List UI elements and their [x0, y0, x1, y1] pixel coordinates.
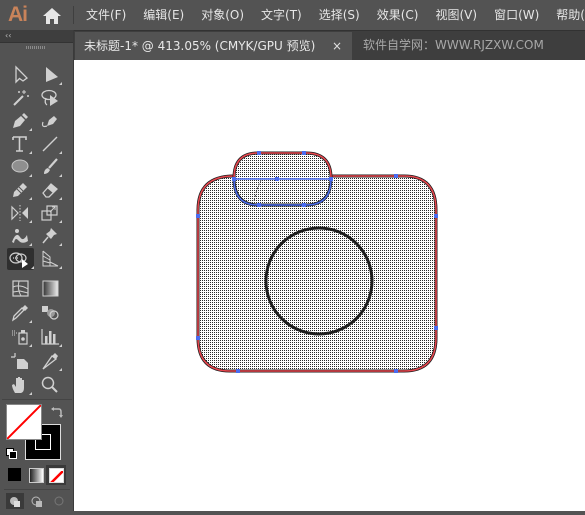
type-tool[interactable]	[8, 133, 32, 155]
document-tab-bar: 未标题-1* @ 413.05% (CMYK/GPU 预览) × 软件自学网：W…	[74, 30, 585, 61]
paintbrush-tool[interactable]	[38, 156, 62, 178]
line-segment-tool[interactable]	[38, 133, 62, 155]
gradient-tool[interactable]	[38, 278, 62, 300]
draw-behind-button[interactable]	[28, 493, 46, 509]
none-slash-icon	[50, 470, 63, 482]
main-menu: 文件(F) 编辑(E) 对象(O) 文字(T) 选择(S) 效果(C) 视图(V…	[80, 0, 585, 30]
menu-window[interactable]: 窗口(W)	[488, 0, 545, 30]
puppet-warp-tool[interactable]	[8, 225, 32, 247]
camera-shutter-button[interactable]	[232, 151, 333, 207]
artboard-canvas[interactable]	[74, 60, 585, 511]
camera-artwork[interactable]	[74, 60, 585, 511]
panel-grip[interactable]	[26, 46, 45, 49]
menu-type[interactable]: 文字(T)	[255, 0, 308, 30]
none-button[interactable]	[46, 465, 66, 485]
perspective-grid-tool[interactable]	[38, 248, 62, 270]
artboard-icon	[11, 353, 28, 369]
shape-builder-tool[interactable]	[7, 248, 34, 270]
eyedropper-tool[interactable]	[8, 302, 32, 324]
reflect-tool[interactable]	[8, 202, 32, 224]
swap-fill-stroke-icon[interactable]	[50, 404, 64, 418]
color-button[interactable]	[8, 468, 21, 481]
draw-inside-button[interactable]	[50, 493, 68, 509]
menu-view[interactable]: 视图(V)	[429, 0, 483, 30]
selection-arrow-icon	[15, 65, 28, 84]
mesh-tool[interactable]	[8, 278, 32, 300]
hand-tool[interactable]	[8, 374, 32, 396]
close-tab-icon[interactable]: ×	[332, 32, 342, 60]
gradient-button[interactable]	[29, 468, 44, 483]
direct-selection-tool[interactable]	[38, 64, 62, 86]
menu-edit[interactable]: 编辑(E)	[137, 0, 190, 30]
watermark-text: 软件自学网：WWW.RJZXW.COM	[363, 38, 544, 52]
magic-wand-icon	[13, 90, 29, 106]
tools-panel: ‹‹	[0, 30, 74, 511]
curvature-pen-icon	[41, 116, 57, 128]
default-fill-stroke-icon[interactable]	[6, 444, 17, 459]
draw-mode-row	[4, 489, 70, 510]
lasso-tool[interactable]	[38, 87, 62, 109]
shape-builder-icon	[9, 252, 28, 268]
app-logo: Ai	[8, 3, 28, 26]
column-graph-tool[interactable]	[38, 326, 62, 348]
document-tab[interactable]: 未标题-1* @ 413.05% (CMYK/GPU 预览) ×	[75, 32, 352, 61]
none-slash-icon	[7, 405, 41, 439]
divider	[2, 399, 72, 400]
menu-effect[interactable]: 效果(C)	[371, 0, 425, 30]
home-icon[interactable]	[42, 7, 62, 25]
zoom-tool[interactable]	[38, 374, 62, 396]
artboard-tool[interactable]	[8, 350, 32, 372]
curvature-tool[interactable]	[38, 110, 62, 132]
symbol-sprayer-tool[interactable]	[8, 326, 32, 348]
menu-object[interactable]: 对象(O)	[195, 0, 250, 30]
ellipse-tool[interactable]	[8, 156, 32, 178]
menu-select[interactable]: 选择(S)	[313, 0, 366, 30]
selection-tool[interactable]	[8, 64, 32, 86]
pencil-tool[interactable]	[8, 179, 32, 201]
magnifier-icon	[41, 376, 58, 393]
camera-body[interactable]	[196, 174, 438, 373]
pen-tool[interactable]	[8, 110, 32, 132]
eraser-tool[interactable]	[38, 179, 62, 201]
document-tab-title: 未标题-1* @ 413.05% (CMYK/GPU 预览)	[84, 39, 316, 53]
draw-normal-button[interactable]	[6, 493, 24, 509]
mesh-icon	[12, 280, 29, 297]
scale-tool[interactable]	[38, 202, 62, 224]
slice-tool[interactable]	[38, 350, 62, 372]
menu-file[interactable]: 文件(F)	[80, 0, 132, 30]
gradient-icon	[42, 280, 59, 297]
color-mode-row	[4, 465, 70, 487]
collapse-panel-button[interactable]: ‹‹	[0, 30, 73, 43]
menu-divider	[73, 6, 74, 24]
magic-wand-tool[interactable]	[8, 87, 32, 109]
blend-tool[interactable]	[38, 302, 62, 324]
blend-icon	[42, 306, 59, 320]
menu-help[interactable]: 帮助(H)	[550, 0, 585, 30]
pin-tool[interactable]	[38, 225, 62, 247]
fill-swatch-none[interactable]	[6, 404, 42, 440]
lasso-icon	[41, 89, 58, 106]
menu-bar: Ai 文件(F) 编辑(E) 对象(O) 文字(T) 选择(S) 效果(C) 视…	[0, 0, 585, 30]
